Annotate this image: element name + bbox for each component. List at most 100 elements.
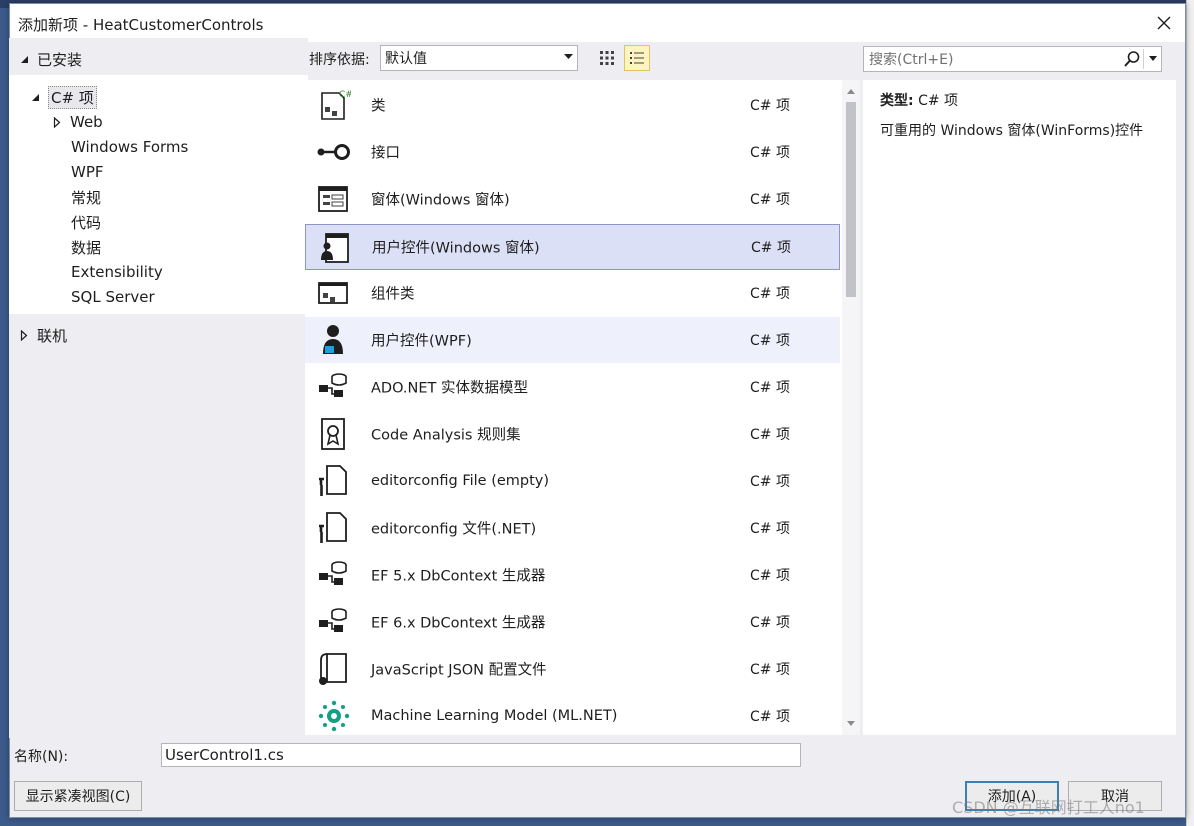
small-icons-view-button[interactable] <box>594 45 620 71</box>
tree-node-data[interactable]: 数据 <box>71 236 101 258</box>
template-item-editorconfig-net[interactable]: editorconfig 文件(.NET) C# 项 <box>305 505 840 551</box>
entity-data-model-icon <box>319 373 347 397</box>
tree-label-installed: 已安装 <box>37 50 83 69</box>
class-icon: C# <box>321 90 351 120</box>
detail-type-row: 类型: C# 项 <box>880 90 958 110</box>
template-item-component-class[interactable]: 组件类 C# 项 <box>305 270 840 316</box>
compact-view-button[interactable]: 显示紧凑视图(C) <box>14 781 142 811</box>
template-name: ADO.NET 实体数据模型 <box>371 380 528 397</box>
template-language: C# 项 <box>750 333 790 349</box>
collapsed-caret-icon <box>17 329 31 341</box>
search-separator <box>1143 49 1144 69</box>
template-language: C# 项 <box>750 145 790 161</box>
watermark-text: CSDN @互联网打工人no1 <box>952 798 1145 817</box>
expanded-caret-icon <box>17 54 31 64</box>
tree-label-general: 常规 <box>71 188 102 207</box>
template-language: C# 项 <box>750 521 790 537</box>
component-class-icon <box>318 282 348 304</box>
close-button[interactable] <box>1151 10 1177 36</box>
sort-by-dropdown[interactable]: 默认值 <box>380 45 578 71</box>
chevron-down-icon <box>564 54 573 59</box>
template-language: C# 项 <box>750 427 790 443</box>
template-language: C# 项 <box>751 240 791 256</box>
interface-icon <box>317 144 350 160</box>
template-item-editorconfig-empty[interactable]: editorconfig File (empty) C# 项 <box>305 458 840 504</box>
tree-node-extensibility[interactable]: Extensibility <box>71 261 163 283</box>
tree-node-csharp[interactable]: C# 项 <box>28 85 97 109</box>
tree-label-online: 联机 <box>37 326 68 345</box>
tree-label-wpf: WPF <box>71 163 104 181</box>
template-name: 类 <box>371 98 386 115</box>
template-item-class[interactable]: C# 类 C# 项 <box>305 82 840 128</box>
detail-description: 可重用的 Windows 窗体(WinForms)控件 <box>880 123 1144 139</box>
ruleset-icon <box>321 418 345 450</box>
window-title: 添加新项 - HeatCustomerControls <box>18 16 264 34</box>
editorconfig-icon <box>319 465 347 496</box>
tree-node-windows-forms[interactable]: Windows Forms <box>71 136 188 158</box>
template-item-user-control[interactable]: 用户控件(Windows 窗体) C# 项 <box>305 224 840 270</box>
template-list-scrollbar[interactable] <box>842 80 860 735</box>
detail-type-label: 类型: <box>880 93 914 109</box>
tree-node-general[interactable]: 常规 <box>71 186 101 208</box>
svg-text:C#: C# <box>339 90 351 100</box>
tree-node-code[interactable]: 代码 <box>71 211 101 233</box>
template-item-ef5-generator[interactable]: EF 5.x DbContext 生成器 C# 项 <box>305 552 840 598</box>
name-field-label: 名称(N): <box>14 749 69 765</box>
template-language: C# 项 <box>750 192 790 208</box>
template-item-ruleset[interactable]: Code Analysis 规则集 C# 项 <box>305 411 840 457</box>
search-icon[interactable] <box>1123 50 1141 68</box>
template-name: 用户控件(Windows 窗体) <box>372 240 540 257</box>
tree-label-extensibility: Extensibility <box>71 263 163 281</box>
scroll-up-icon[interactable] <box>846 86 856 96</box>
sort-by-label: 排序依据: <box>309 52 370 68</box>
template-name: 窗体(Windows 窗体) <box>371 192 510 209</box>
template-name: 组件类 <box>371 286 415 303</box>
ml-model-icon <box>318 700 350 732</box>
template-item-wpf-user-control[interactable]: 用户控件(WPF) C# 项 <box>305 317 840 363</box>
tree-node-sql-server[interactable]: SQL Server <box>71 286 155 308</box>
template-language: C# 项 <box>750 568 790 584</box>
tree-label-data: 数据 <box>71 238 102 257</box>
scroll-down-icon[interactable] <box>846 719 856 729</box>
grid-view-icon <box>600 51 614 65</box>
template-language: C# 项 <box>750 380 790 396</box>
tree-node-online[interactable]: 联机 <box>17 324 67 346</box>
collapsed-caret-icon <box>50 116 64 128</box>
template-name: editorconfig File (empty) <box>371 473 550 489</box>
tree-node-installed[interactable]: 已安装 <box>17 48 82 70</box>
template-language: C# 项 <box>750 662 790 678</box>
template-name: editorconfig 文件(.NET) <box>371 521 537 538</box>
tree-label-csharp: C# 项 <box>48 85 97 109</box>
template-name: EF 5.x DbContext 生成器 <box>371 568 546 585</box>
template-name: 用户控件(WPF) <box>371 333 472 350</box>
tree-node-wpf[interactable]: WPF <box>71 161 104 183</box>
template-item-ef6-generator[interactable]: EF 6.x DbContext 生成器 C# 项 <box>305 599 840 645</box>
scrollbar-thumb[interactable] <box>846 102 856 297</box>
tree-node-web[interactable]: Web <box>50 111 103 133</box>
tree-label-code: 代码 <box>71 213 102 232</box>
template-item-windows-form[interactable]: 窗体(Windows 窗体) C# 项 <box>305 176 840 222</box>
tree-label-windows-forms: Windows Forms <box>71 138 189 156</box>
template-name: JavaScript JSON 配置文件 <box>371 662 547 679</box>
close-icon <box>1157 16 1171 30</box>
expanded-caret-icon <box>28 92 42 102</box>
template-search-input[interactable]: 搜索(Ctrl+E) <box>863 46 1162 72</box>
detail-type-value: C# 项 <box>918 93 959 109</box>
template-language: C# 项 <box>750 474 790 490</box>
template-name: 接口 <box>371 145 400 162</box>
wpf-user-control-icon <box>323 325 343 354</box>
template-list: C# 类 C# 项 接口 C# 项 窗体(Windows 窗体) C# 项 用户… <box>305 80 842 735</box>
template-item-entity-data-model[interactable]: ADO.NET 实体数据模型 C# 项 <box>305 364 840 410</box>
template-item-ml-model[interactable]: Machine Learning Model (ML.NET) C# 项 <box>305 693 840 735</box>
template-name: Machine Learning Model (ML.NET) <box>371 708 618 724</box>
template-item-interface[interactable]: 接口 C# 项 <box>305 129 840 175</box>
list-view-button[interactable] <box>624 45 650 71</box>
editorconfig-net-icon <box>319 512 347 543</box>
list-view-icon <box>630 52 644 64</box>
windows-form-icon <box>318 186 348 212</box>
search-placeholder: 搜索(Ctrl+E) <box>869 52 954 68</box>
search-options-chevron-icon[interactable] <box>1149 56 1157 61</box>
template-item-json-config[interactable]: JavaScript JSON 配置文件 C# 项 <box>305 646 840 692</box>
item-name-input[interactable]: UserControl1.cs <box>161 743 801 767</box>
template-language: C# 项 <box>750 98 790 114</box>
